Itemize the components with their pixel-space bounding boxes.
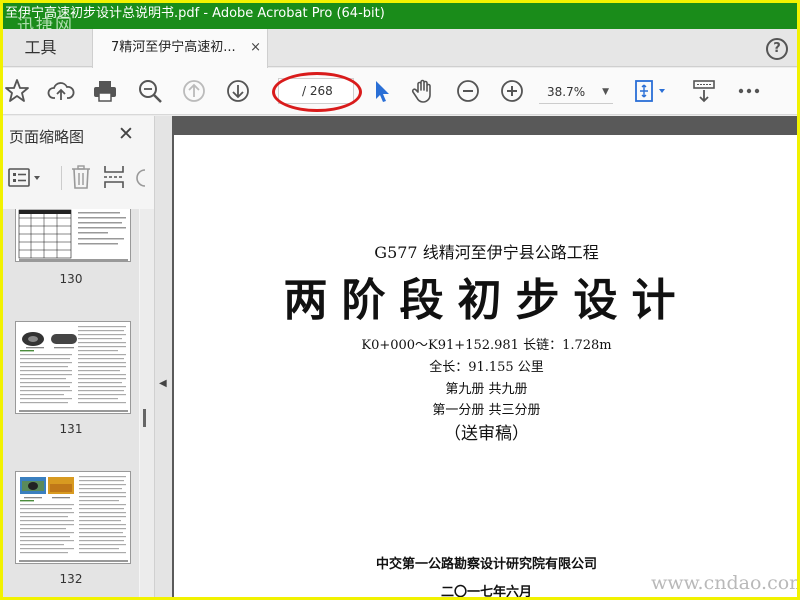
tab-document-label: 7精河至伊宁高速初... [111,40,236,55]
doc-main-title: 两阶段初步设计 [283,275,690,326]
divider [61,166,62,190]
document-page: G577 线精河至伊宁县公路工程 两阶段初步设计 K0+000～K91+152.… [174,135,797,597]
scrollbar-thumb[interactable] [143,409,146,427]
select-cursor-icon[interactable] [367,77,395,105]
panel-title: 页面缩略图 [9,128,85,146]
doc-subvolume: 第一分册 共三分册 [432,403,541,418]
thumbnail-list: 130 131 132 [3,209,139,597]
doc-subtitle: G577 线精河至伊宁县公路工程 [374,243,599,262]
doc-date: 二〇一七年六月 [440,585,532,597]
window-title-bar: 至伊宁高速初步设计总说明书.pdf - Adobe Acrobat Pro (6… [3,3,797,29]
doc-organization: 中交第一公路勘察设计研究院有限公司 [375,557,597,572]
toolbar: / 268 38.7% ▼ [3,68,797,115]
thumbnail-page-number: 131 [59,422,83,436]
cloud-upload-icon[interactable] [47,77,75,105]
chevron-down-icon: ▼ [602,87,609,97]
close-icon[interactable]: × [250,29,261,67]
tab-tools[interactable]: 工具 [3,29,78,67]
thumbnail-page-number: 130 [59,272,83,286]
tab-bar: 工具 7精河至伊宁高速初... × ? [3,29,797,68]
page-thumbnail[interactable] [15,209,131,262]
help-icon[interactable]: ? [766,38,788,60]
fit-page-icon[interactable] [631,77,671,105]
tab-document[interactable]: 7精河至伊宁高速初... × [92,29,268,68]
zoom-value: 38.7% [547,85,586,99]
window-title: 至伊宁高速初步设计总说明书.pdf - Adobe Acrobat Pro (6… [5,6,385,21]
thumbnail-page-number: 132 [59,572,83,586]
extract-pages-icon[interactable] [103,164,125,190]
zoom-search-icon[interactable] [136,77,164,105]
more-icon[interactable] [735,77,763,105]
page-thumbnail[interactable] [15,321,131,414]
page-up-icon[interactable] [180,77,208,105]
doc-station-range: K0+000～K91+152.981 长链：1.728m [361,338,612,353]
page-gap [172,116,797,135]
hand-tool-icon[interactable] [409,77,437,105]
page-down-icon[interactable] [224,77,252,105]
document-view[interactable]: G577 线精河至伊宁县公路工程 两阶段初步设计 K0+000～K91+152.… [172,116,797,597]
close-icon[interactable]: ✕ [118,123,134,145]
highlight-annotation [272,72,362,112]
rotate-icon[interactable] [135,168,151,188]
page-thumbnail[interactable] [15,471,131,564]
trash-icon[interactable] [69,164,93,190]
zoom-select[interactable]: 38.7% ▼ [539,80,613,104]
print-icon[interactable] [91,77,119,105]
doc-total-length: 全长：91.155 公里 [429,360,544,375]
star-icon[interactable] [3,77,31,105]
doc-draft-note: （送审稿） [444,424,529,444]
zoom-in-icon[interactable] [498,77,526,105]
chevron-left-icon[interactable]: ◀ [159,378,167,389]
panel-collapse-bar[interactable]: ◀ [155,116,172,597]
panel-toolbar [3,158,153,198]
thumbnail-panel: 页面缩略图 ✕ 130 131 132 [3,116,155,597]
app-window: 至伊宁高速初步设计总说明书.pdf - Adobe Acrobat Pro (6… [3,3,797,597]
thumbnail-scrollbar[interactable] [140,209,154,597]
zoom-out-icon[interactable] [454,77,482,105]
scroll-mode-icon[interactable] [690,77,718,105]
options-list-icon[interactable] [7,166,47,190]
doc-volume: 第九册 共九册 [445,382,528,397]
